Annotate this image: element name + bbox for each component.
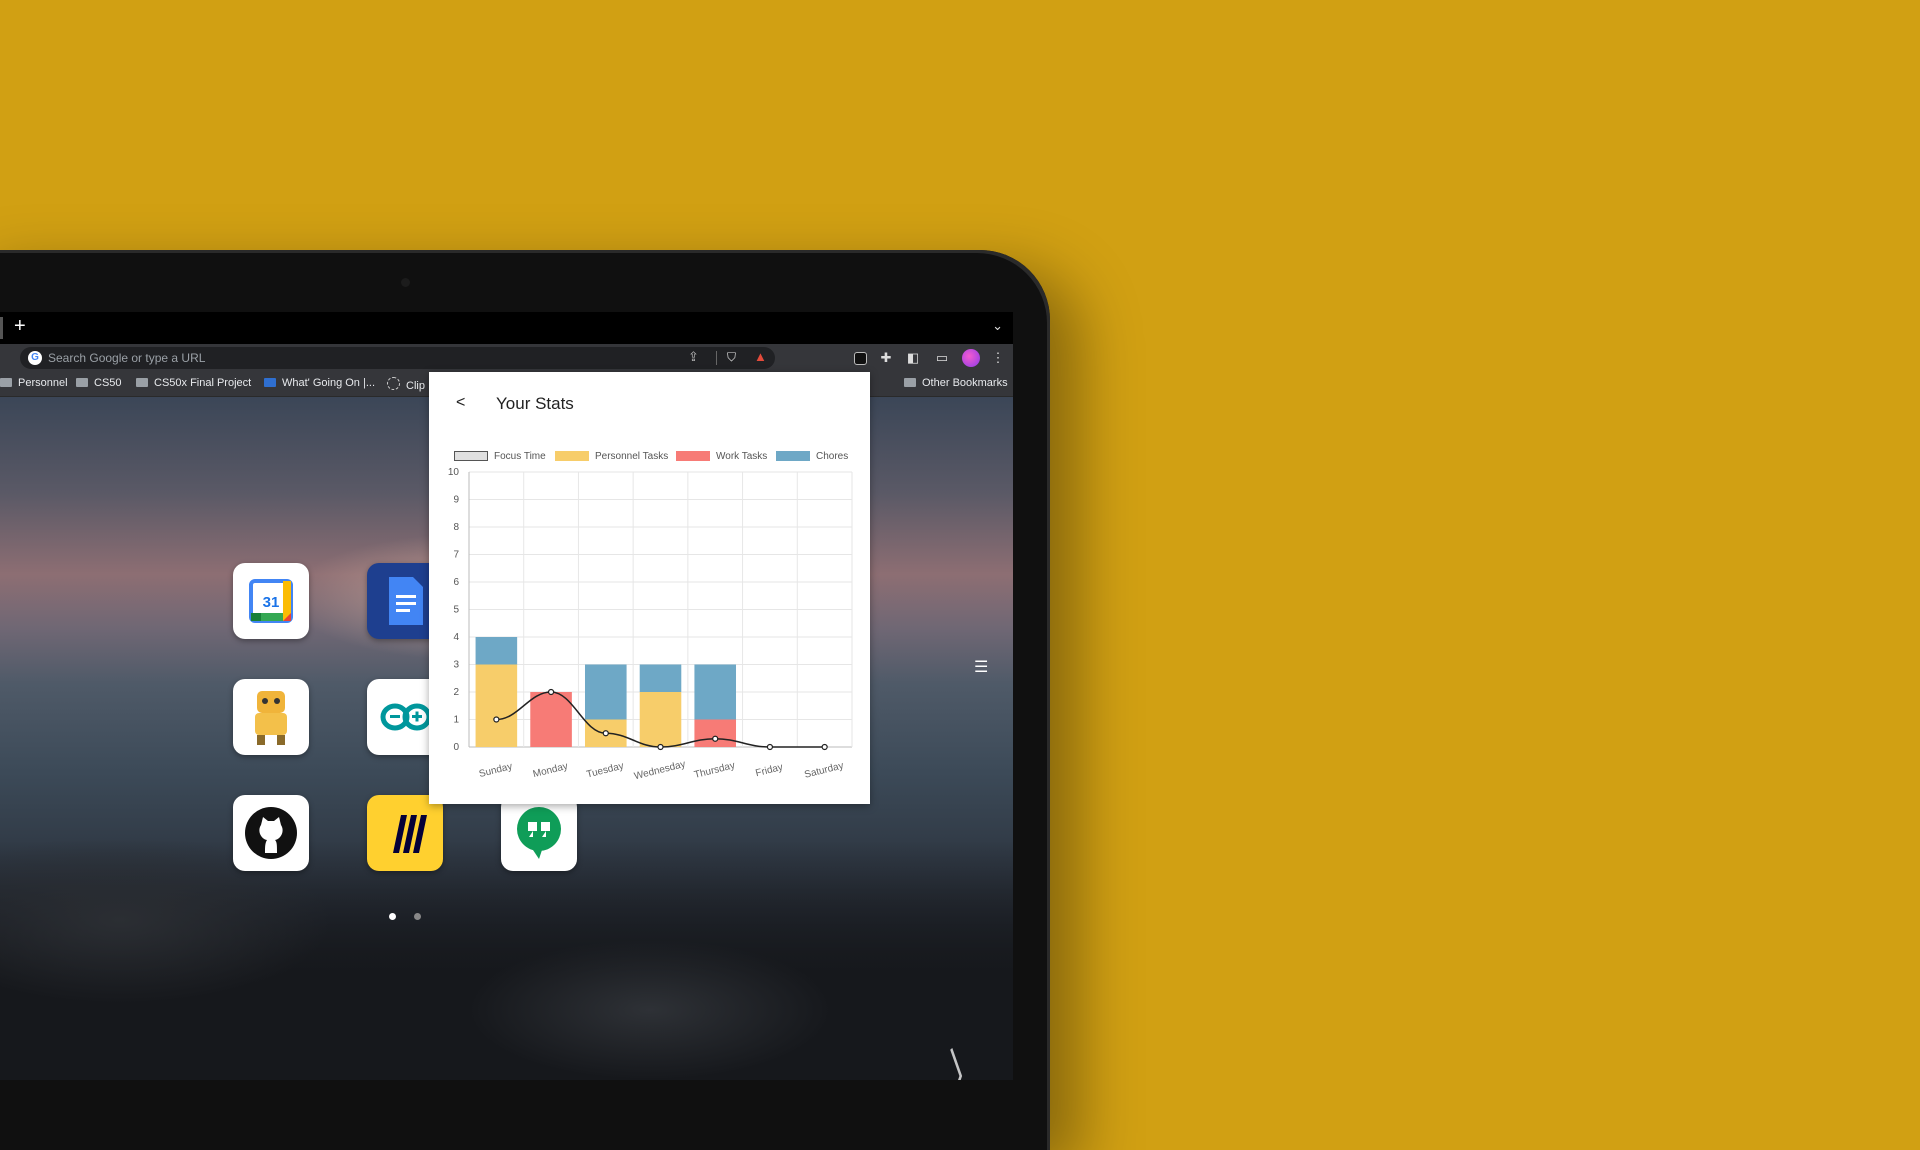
page-dot[interactable] <box>414 913 421 920</box>
trello-icon <box>264 378 276 387</box>
bookmark-cs50[interactable]: CS50 <box>76 377 122 389</box>
folder-icon <box>0 378 12 387</box>
focus-time-point <box>821 743 828 751</box>
bar-chores <box>639 664 682 692</box>
folder-icon <box>76 378 88 387</box>
stats-chart: 0 1 2 3 4 5 6 7 8 9 10 Sunday Monday Tuesday Wednesday… <box>448 467 853 782</box>
bookmark-cs50x-final-project[interactable]: CS50x Final Project <box>136 377 251 389</box>
puzzle-icon[interactable]: ✚ <box>877 349 895 367</box>
folder-icon <box>904 378 916 387</box>
app-robot[interactable] <box>233 679 309 755</box>
hangouts-icon <box>517 807 561 859</box>
bookmark-clip[interactable]: Clip <box>387 377 425 392</box>
calendar-day: 31 <box>263 594 280 611</box>
menu-icon[interactable]: ⋮ <box>989 349 1007 367</box>
x-tick-label: Friday <box>755 762 785 779</box>
share-icon[interactable]: ⇪ <box>688 349 699 365</box>
app-github[interactable] <box>233 795 309 871</box>
brave-rewards-icon[interactable]: ▲ <box>754 349 767 364</box>
next-page-chevron-right-icon[interactable]: 〉 <box>949 1030 982 1080</box>
webcam <box>401 278 410 287</box>
tab-search-chevron-down-icon[interactable]: ⌄ <box>992 318 1003 334</box>
stats-popup: < Your Stats Focus Time Personnel Tasks … <box>429 372 870 804</box>
x-tick-label: Sunday <box>478 761 514 780</box>
y-tick-label: 6 <box>453 577 459 588</box>
wallpaper-rocks <box>0 840 1013 1080</box>
extension-icon[interactable] <box>854 352 867 365</box>
github-icon <box>245 807 297 859</box>
x-tick-label: Monday <box>532 761 569 780</box>
y-tick-label: 2 <box>453 687 459 698</box>
bookmark-personnel[interactable]: Personnel <box>0 377 68 389</box>
folder-icon <box>136 378 148 387</box>
omnibox[interactable]: G Search Google or type a URL ⇪ ⛉ ▲ <box>20 347 775 369</box>
y-tick-label: 7 <box>453 550 459 561</box>
focus-time-point <box>602 730 609 737</box>
focus-time-point <box>657 743 664 751</box>
bar-personnel-tasks <box>639 692 682 747</box>
tab-strip: + ⌄ <box>0 312 1013 344</box>
sidebar-icon[interactable]: ◧ <box>904 349 922 367</box>
other-bookmarks[interactable]: Other Bookmarks <box>904 377 1008 389</box>
x-tick-label: Saturday <box>803 760 845 780</box>
omnibox-divider <box>716 351 717 365</box>
y-tick-label: 10 <box>448 467 460 478</box>
x-tick-label: Wednesday <box>633 759 687 782</box>
wallet-icon[interactable]: ▭ <box>933 349 951 367</box>
y-tick-label: 3 <box>453 660 459 671</box>
new-tab-button[interactable]: + <box>14 315 26 338</box>
browser-toolbar: G Search Google or type a URL ⇪ ⛉ ▲ ✚ ◧ … <box>0 344 1013 372</box>
page-dot-active[interactable] <box>389 913 396 920</box>
x-tick-label: Tuesday <box>585 761 625 781</box>
focus-time-point <box>712 735 719 742</box>
bar-work-tasks <box>530 692 572 747</box>
y-tick-label: 5 <box>453 605 459 616</box>
bar-personnel-tasks <box>475 664 518 747</box>
y-tick-label: 8 <box>453 522 459 533</box>
google-calendar-icon: 31 <box>249 579 293 623</box>
x-tick-label: Thursday <box>693 760 736 781</box>
app-google-calendar[interactable]: 31 <box>233 563 309 639</box>
focus-time-point <box>547 688 555 696</box>
y-tick-label: 4 <box>453 632 459 643</box>
avatar-icon[interactable] <box>962 349 980 367</box>
miro-icon <box>393 815 427 853</box>
menu-icon[interactable]: ☰ <box>974 657 988 677</box>
focus-time-point <box>766 743 774 751</box>
bookmark-whats-going-on[interactable]: What' Going On |... <box>264 377 375 389</box>
y-tick-label: 1 <box>453 715 459 726</box>
app-miro[interactable] <box>367 795 443 871</box>
focus-time-point <box>493 716 500 723</box>
bookmark-label: CS50 <box>94 377 122 389</box>
bookmark-label: CS50x Final Project <box>154 377 252 389</box>
bar-work-tasks <box>694 719 737 747</box>
bar-chores <box>475 637 518 665</box>
bookmark-label: What' Going On |... <box>282 377 375 389</box>
y-tick-label: 9 <box>453 495 459 506</box>
bookmark-label: Personnel <box>18 377 68 389</box>
bookmark-label: Clip <box>406 380 425 392</box>
omnibox-placeholder[interactable]: Search Google or type a URL <box>48 351 205 365</box>
app-hangouts[interactable] <box>501 795 577 871</box>
bar-chores <box>584 664 627 720</box>
clip-icon <box>387 377 400 390</box>
tab-edge[interactable] <box>0 317 3 339</box>
other-bookmarks-label: Other Bookmarks <box>922 377 1008 389</box>
bar-chores <box>694 664 737 720</box>
y-tick-label: 0 <box>453 742 459 753</box>
robot-mascot-icon <box>255 691 287 745</box>
brave-shield-icon[interactable]: ⛉ <box>727 350 736 365</box>
google-icon: G <box>28 351 42 365</box>
